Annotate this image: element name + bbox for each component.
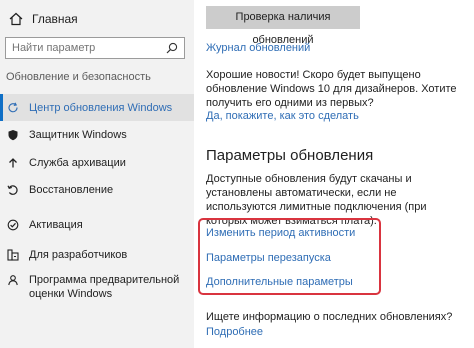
- sidebar-item-label: Программа предварительной оценки Windows: [29, 274, 180, 300]
- section-title: Обновление и безопасность: [6, 71, 151, 83]
- developer-icon: [7, 249, 19, 261]
- search-input[interactable]: [12, 42, 166, 54]
- sidebar-item-label: Восстановление: [29, 184, 114, 196]
- advanced-options-link[interactable]: Дополнительные параметры: [206, 276, 353, 288]
- sidebar-item-activation[interactable]: Активация: [0, 218, 194, 232]
- active-hours-link[interactable]: Изменить период активности: [206, 227, 355, 239]
- sidebar-item-label: Защитник Windows: [29, 129, 127, 141]
- sidebar-item-developers[interactable]: Для разработчиков: [0, 248, 194, 262]
- sidebar-item-label: Для разработчиков: [29, 249, 128, 261]
- insider-news-link[interactable]: Да, покажите, как это сделать: [206, 110, 359, 122]
- sidebar: Главная Обновление и безопасность Центр …: [0, 0, 194, 348]
- sidebar-item-insider[interactable]: Программа предварительной оценки Windows: [0, 273, 190, 301]
- home-label: Главная: [32, 12, 78, 26]
- restart-options-link[interactable]: Параметры перезапуска: [206, 252, 331, 264]
- home-icon: [9, 12, 23, 26]
- recovery-icon: [7, 185, 18, 195]
- update-log-link[interactable]: Журнал обновлений: [206, 42, 310, 54]
- backup-arrow-icon: [9, 158, 17, 168]
- sidebar-item-backup[interactable]: Служба архивации: [0, 156, 194, 170]
- home-nav-item[interactable]: Главная: [8, 9, 78, 29]
- main-panel: Проверка наличия обновлений Журнал обнов…: [194, 0, 474, 348]
- sidebar-item-windows-update[interactable]: Центр обновления Windows: [0, 94, 194, 121]
- more-info-link[interactable]: Подробнее: [206, 326, 263, 338]
- search-box[interactable]: [5, 37, 185, 59]
- check-updates-button[interactable]: Проверка наличия обновлений: [206, 6, 360, 46]
- info-question-text: Ищете информацию о последних обновлениях…: [206, 311, 453, 323]
- refresh-icon: [8, 102, 18, 112]
- sidebar-item-recovery[interactable]: Восстановление: [0, 183, 194, 197]
- check-circle-icon: [7, 219, 19, 231]
- insider-icon: [8, 275, 18, 286]
- shield-icon: [8, 130, 18, 141]
- sidebar-item-label: Центр обновления Windows: [29, 101, 173, 114]
- sidebar-item-defender[interactable]: Защитник Windows: [0, 128, 194, 142]
- sidebar-item-label: Служба архивации: [29, 157, 126, 169]
- news-text: Хорошие новости! Скоро будет выпущено об…: [206, 69, 457, 109]
- update-settings-heading: Параметры обновления: [206, 147, 374, 164]
- search-icon[interactable]: [166, 42, 178, 54]
- sidebar-item-label: Активация: [29, 219, 83, 231]
